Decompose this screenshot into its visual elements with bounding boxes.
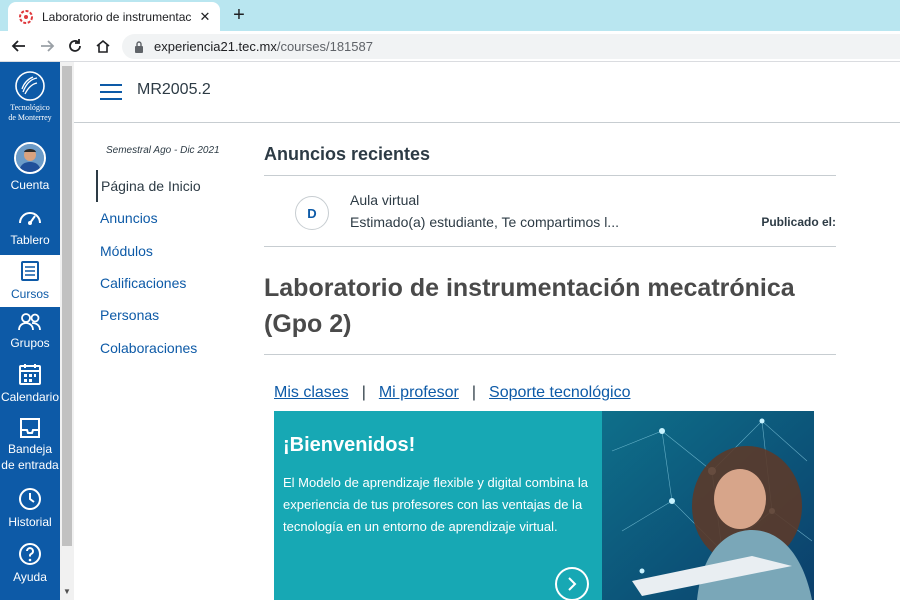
course-nav-home[interactable]: Página de Inicio [96,170,246,203]
global-nav-groups[interactable]: Grupos [0,312,60,360]
student-photo [602,411,814,600]
tec-logo[interactable]: Tecnológico de Monterrey [0,70,60,132]
recent-announcements-heading: Anuncios recientes [264,144,431,164]
link-soporte-tecnologico[interactable]: Soporte tecnológico [489,384,630,401]
help-icon [19,543,41,565]
page-scrollbar[interactable]: ▼ [60,62,74,600]
logo-seal-icon [15,71,45,101]
announcement-snippet: Estimado(a) estudiante, Te compartimos l… [350,214,619,230]
global-nav-dashboard[interactable]: Tablero [0,206,60,254]
hamburger-menu-icon[interactable] [100,84,122,100]
banner-text: El Modelo de aprendizaje flexible y digi… [283,475,588,534]
scrollbar-thumb[interactable] [62,66,72,546]
inbox-icon [20,418,40,438]
course-header: MR2005.2 [74,62,900,123]
banner-next-button[interactable] [555,567,589,600]
announcement-title[interactable]: Aula virtual [350,192,419,208]
global-nav: Tecnológico de Monterrey Cuenta Tablero … [0,62,60,600]
quick-links: Mis clases | Mi profesor | Soporte tecnológi… [274,384,630,402]
course-nav-modules[interactable]: Módulos [96,235,246,267]
new-tab-button[interactable]: + [228,3,250,27]
course-nav: Página de Inicio Anuncios Módulos Califi… [96,170,246,364]
home-icon[interactable] [89,32,117,60]
global-nav-label: Grupos [10,336,50,350]
global-nav-inbox[interactable]: Bandeja de entrada [0,417,60,477]
browser-tab-strip: Laboratorio de instrumentación ✕ + [0,0,900,31]
global-nav-help[interactable]: Ayuda [0,542,60,590]
global-nav-label: Cursos [10,287,49,301]
link-separator: | [361,384,366,401]
announcement-author-avatar: D [295,196,329,230]
avatar [14,142,46,174]
global-nav-label: Ayuda [13,570,47,584]
lock-icon [135,40,143,53]
tab-title: Laboratorio de instrumentación [42,9,192,24]
link-mi-profesor[interactable]: Mi profesor [379,384,459,401]
welcome-banner: ¡Bienvenidos! El Modelo de aprendizaje f… [274,411,814,600]
back-arrow-icon[interactable] [5,32,33,60]
divider [264,354,836,355]
scroll-down-arrow-icon[interactable]: ▼ [63,587,71,596]
arrow-right-icon [568,577,577,591]
link-mis-clases[interactable]: Mis clases [274,384,349,401]
global-nav-history[interactable]: Historial [0,487,60,535]
groups-icon [18,313,41,331]
course-nav-collaborations[interactable]: Colaboraciones [96,331,246,363]
global-nav-label: Tablero [10,233,50,247]
announcement-posted-label: Publicado el: [761,215,836,229]
courses-icon [21,261,39,281]
reload-icon[interactable] [61,32,89,60]
forward-arrow-icon[interactable] [33,32,61,60]
course-title: Laboratorio de instrumentación mecatróni… [264,274,795,338]
address-bar[interactable]: experiencia21.tec.mx/courses/181587 [122,34,900,59]
calendar-icon [19,364,41,385]
logo-line-1: Tecnológico [10,103,50,112]
history-icon [19,488,41,510]
breadcrumb[interactable]: MR2005.2 [137,81,211,99]
global-nav-label: Cuenta [10,178,50,192]
course-nav-grades[interactable]: Calificaciones [96,267,246,299]
global-nav-calendar[interactable]: Calendario [0,362,60,410]
term-label: Semestral Ago - Dic 2021 [106,145,220,156]
global-nav-label: Calendario [0,390,60,404]
link-separator: | [471,384,477,401]
global-nav-label: Bandeja de entrada [1,442,59,472]
url-text: experiencia21.tec.mx/courses/181587 [154,39,373,54]
course-nav-people[interactable]: Personas [96,299,246,331]
browser-toolbar: experiencia21.tec.mx/courses/181587 [0,31,900,62]
announcement-item[interactable]: D Aula virtual Estimado(a) estudiante, T… [264,175,836,247]
global-nav-account[interactable]: Cuenta [0,142,60,194]
favicon-icon [18,9,34,25]
course-nav-announcements[interactable]: Anuncios [96,202,246,234]
dashboard-icon [19,212,41,225]
logo-line-2: de Monterrey [8,113,52,122]
browser-tab[interactable]: Laboratorio de instrumentación ✕ [8,2,220,31]
global-nav-courses[interactable]: Cursos [0,255,60,307]
banner-title: ¡Bienvenidos! [283,434,416,456]
global-nav-label: Historial [8,515,52,529]
tab-close-icon[interactable]: ✕ [198,9,212,25]
